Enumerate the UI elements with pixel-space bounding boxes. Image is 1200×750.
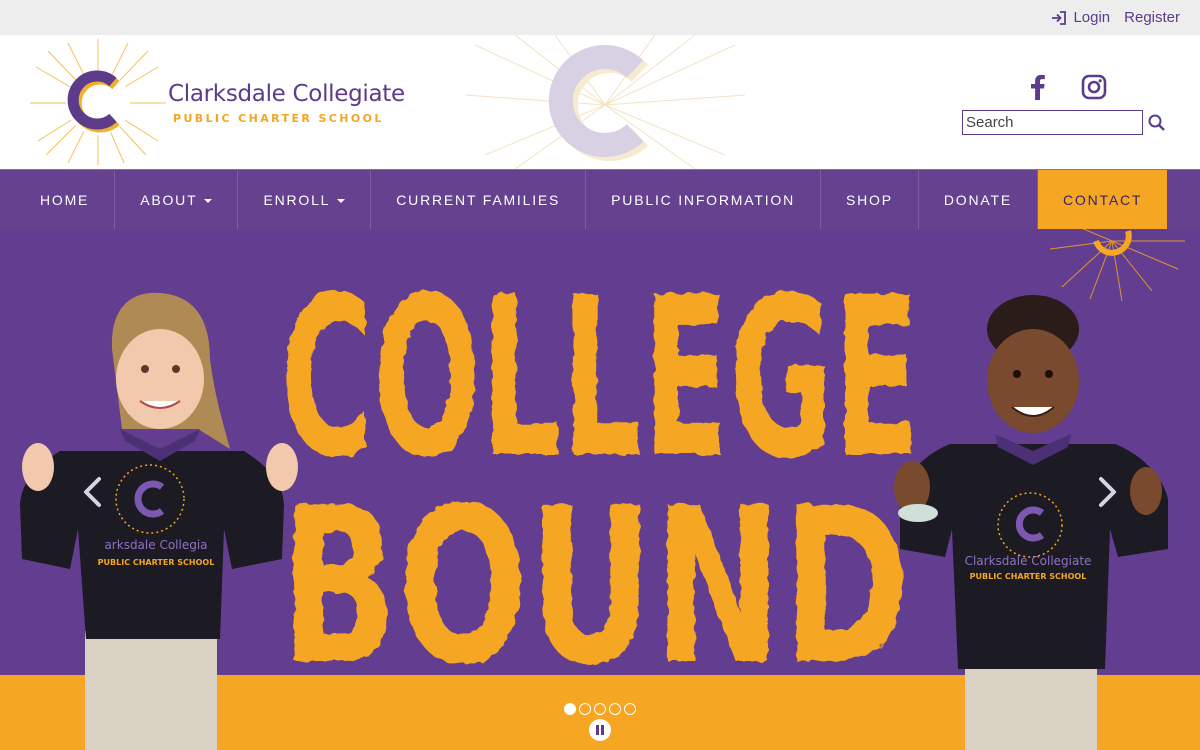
- sweatshirt-sub-left: PUBLIC CHARTER SCHOOL: [98, 558, 215, 567]
- carousel-dot-3[interactable]: [594, 703, 606, 715]
- site-logo[interactable]: Clarksdale Collegiate PUBLIC CHARTER SCH…: [28, 37, 405, 167]
- hero-slide-image: COLLEGE BOUND arksdale Collegia PUBLIC C: [0, 229, 1200, 750]
- carousel-dot-2[interactable]: [579, 703, 591, 715]
- watermark-c-emblem: [464, 35, 746, 169]
- nav-label: CONTACT: [1063, 191, 1143, 208]
- search-input[interactable]: [962, 110, 1143, 135]
- nav-item-contact[interactable]: CONTACT: [1038, 170, 1168, 229]
- nav-label: DONATE: [943, 191, 1012, 208]
- logo-sunburst-emblem: [30, 39, 166, 165]
- nav-item-about[interactable]: ABOUT: [115, 170, 239, 229]
- sweatshirt-brand-right: Clarksdale Collegiate: [965, 554, 1092, 568]
- logo-name: Clarksdale Collegiate: [168, 81, 405, 107]
- main-navigation: HOME ABOUT ENROLL CURRENT FAMILIES PUBLI…: [0, 169, 1200, 229]
- logo-subtitle: PUBLIC CHARTER SCHOOL: [173, 112, 384, 125]
- instagram-icon[interactable]: [1080, 73, 1108, 101]
- carousel-dot-4[interactable]: [609, 703, 621, 715]
- nav-item-enroll[interactable]: ENROLL: [238, 170, 372, 229]
- carousel-pause-button[interactable]: [589, 719, 611, 741]
- carousel-dot-5[interactable]: [624, 703, 636, 715]
- utility-bar: Login Register: [0, 0, 1200, 35]
- headline-bound: BOUND: [280, 461, 910, 712]
- nav-item-donate[interactable]: DONATE: [919, 170, 1038, 229]
- nav-label: SHOP: [846, 191, 893, 208]
- nav-item-public-information[interactable]: PUBLIC INFORMATION: [586, 170, 821, 229]
- nav-item-home[interactable]: HOME: [0, 170, 116, 229]
- nav-item-current-families[interactable]: CURRENT FAMILIES: [371, 170, 587, 229]
- search-icon[interactable]: [1147, 113, 1167, 133]
- login-label: Login: [1073, 9, 1111, 26]
- hero-carousel: COLLEGE BOUND arksdale Collegia PUBLIC C: [0, 229, 1200, 750]
- login-icon: [1052, 10, 1067, 25]
- nav-label: CURRENT FAMILIES: [396, 191, 561, 208]
- nav-label: PUBLIC INFORMATION: [611, 191, 795, 208]
- nav-label: ABOUT: [140, 191, 198, 208]
- search-form: [962, 110, 1167, 135]
- carousel-next-arrow-icon[interactable]: [1092, 474, 1122, 510]
- caret-down-icon: [337, 198, 346, 203]
- site-header: Clarksdale Collegiate PUBLIC CHARTER SCH…: [0, 35, 1200, 169]
- utility-links: Login Register: [1051, 0, 1180, 35]
- facebook-icon[interactable]: [1024, 73, 1052, 101]
- carousel-indicators: [564, 703, 636, 715]
- nav-label: ENROLL: [263, 191, 331, 208]
- carousel-prev-arrow-icon[interactable]: [78, 474, 108, 510]
- login-link[interactable]: Login: [1051, 9, 1110, 26]
- caret-down-icon: [204, 198, 213, 203]
- sweatshirt-sub-right: PUBLIC CHARTER SCHOOL: [970, 572, 1087, 581]
- nav-label: HOME: [40, 191, 90, 208]
- register-link[interactable]: Register: [1124, 9, 1180, 26]
- carousel-dot-1[interactable]: [564, 703, 576, 715]
- social-links: [1024, 73, 1108, 101]
- nav-item-shop[interactable]: SHOP: [821, 170, 919, 229]
- sweatshirt-brand-left: arksdale Collegia: [104, 538, 207, 552]
